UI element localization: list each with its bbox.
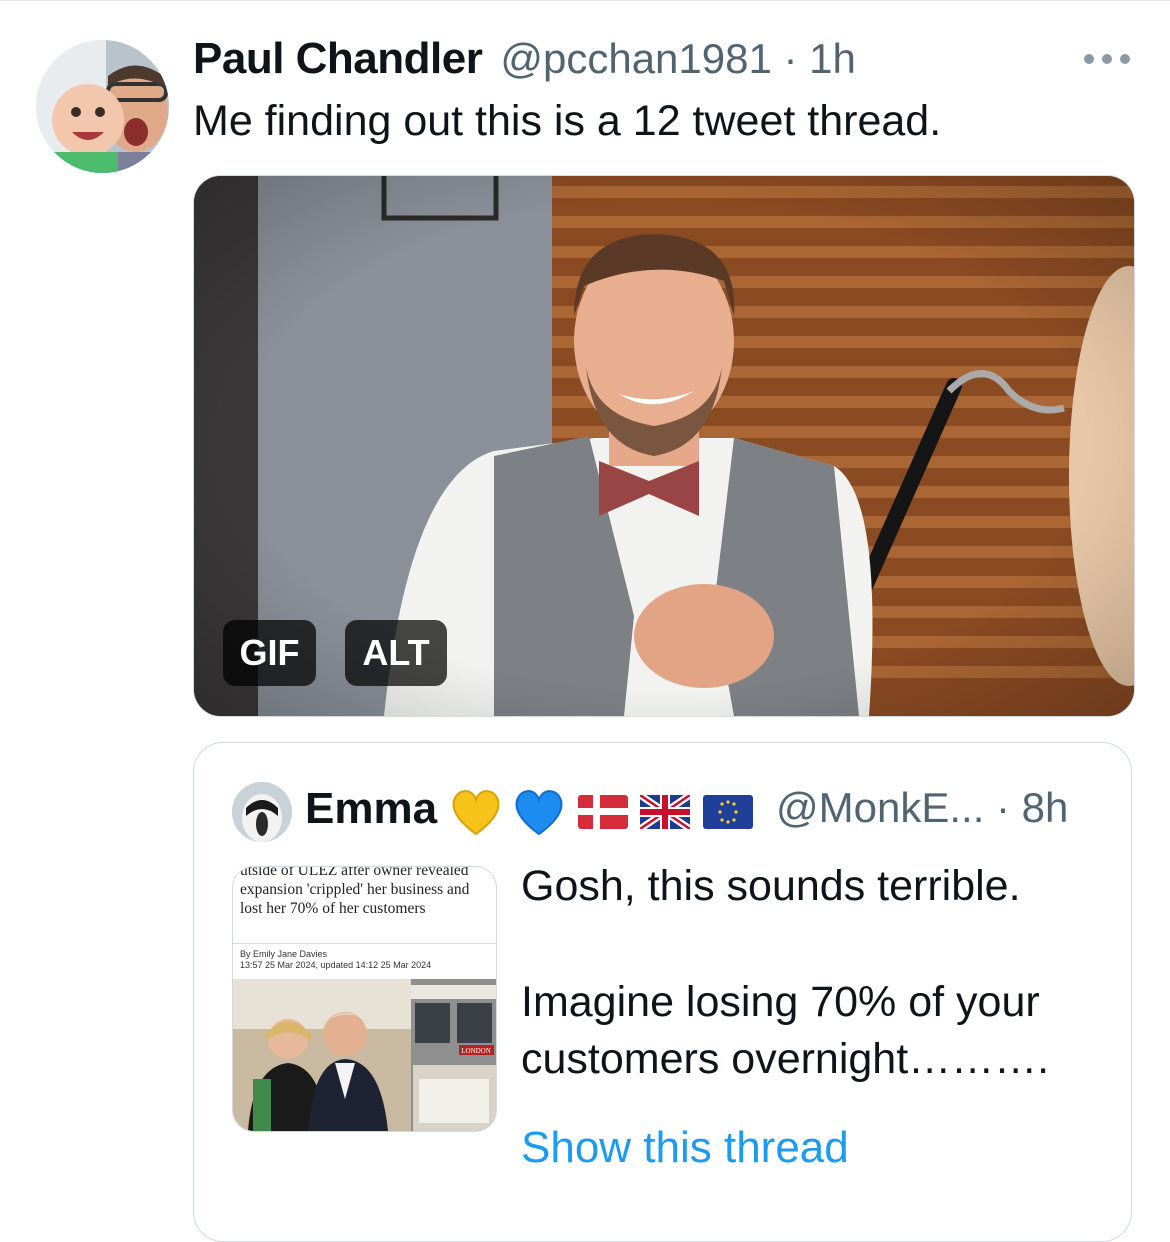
- quote-image-thumbnail[interactable]: utside of ULEZ after owner revealed expa…: [232, 866, 497, 1132]
- more-options-icon[interactable]: [1084, 48, 1130, 70]
- blue-heart-icon: [515, 790, 563, 836]
- author-name[interactable]: Paul Chandler: [193, 34, 483, 84]
- yellow-heart-icon: [452, 790, 500, 836]
- uk-flag-icon: [640, 795, 690, 829]
- news-byline: By Emily Jane Davies 13:57 25 Mar 2024, …: [240, 949, 431, 971]
- gif-badge: GIF: [223, 620, 316, 686]
- quote-avatar[interactable]: [232, 782, 292, 842]
- news-divider: [233, 943, 496, 944]
- quote-text-line-1: Gosh, this sounds terrible.: [521, 862, 1021, 910]
- show-thread-link[interactable]: Show this thread: [521, 1123, 849, 1173]
- top-divider: [0, 0, 1170, 5]
- quote-author-name[interactable]: Emma: [305, 784, 437, 834]
- tweet-text: Me finding out this is a 12 tweet thread…: [193, 97, 942, 145]
- shop-sign-text: LONDON: [461, 1047, 491, 1055]
- news-dateline: 13:57 25 Mar 2024, updated 14:12 25 Mar …: [240, 960, 432, 970]
- alt-badge[interactable]: ALT: [345, 620, 447, 686]
- gif-media[interactable]: [193, 175, 1135, 717]
- news-author: By Emily Jane Davies: [240, 949, 328, 959]
- author-handle-time[interactable]: @pcchan1981 · 1h: [500, 35, 856, 83]
- quote-author-handle-time[interactable]: @MonkE... · 8h: [776, 784, 1068, 832]
- quote-text-line-2: Imagine losing 70% of your: [521, 978, 1040, 1026]
- news-photo: LONDON: [233, 979, 496, 1131]
- tweet-header: Paul Chandler @pcchan1981 · 1h: [193, 34, 856, 90]
- denmark-flag-icon: [578, 795, 628, 829]
- avatar[interactable]: [36, 40, 169, 173]
- quote-text-line-3: customers overnight……….: [521, 1035, 1050, 1083]
- eu-flag-icon: [703, 795, 753, 829]
- news-headline: utside of ULEZ after owner revealed expa…: [240, 866, 470, 917]
